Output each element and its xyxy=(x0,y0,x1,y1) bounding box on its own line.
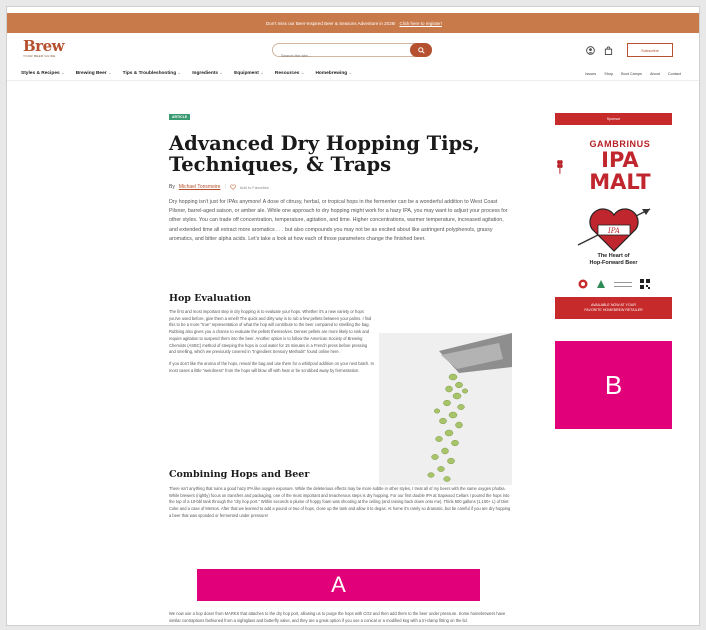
page-frame: Don't miss our Beer-Inspired Beer & Seas… xyxy=(6,6,700,626)
ad-letter: A xyxy=(331,572,346,597)
user-icon xyxy=(585,45,595,55)
byline-divider: | xyxy=(224,184,226,190)
article-title: Advanced Dry Hopping Tips, Techniques, &… xyxy=(169,132,480,176)
partner-logo-icon xyxy=(596,280,605,288)
qr-code-icon xyxy=(639,279,650,289)
account-button[interactable] xyxy=(585,45,595,55)
nav-item-brewing-beer[interactable]: Brewing Beer⌄ xyxy=(76,71,112,76)
article-continued-text: We now use a hop doser from MARKS that a… xyxy=(169,611,506,623)
nav-item-resources[interactable]: Resources⌄ xyxy=(275,71,305,76)
chevron-down-icon: ⌄ xyxy=(300,71,305,76)
search-input[interactable] xyxy=(281,49,401,62)
wheat-icon xyxy=(557,160,563,174)
nav-link-shop[interactable]: Shop xyxy=(604,72,613,76)
chevron-down-icon: ⌄ xyxy=(107,71,112,76)
combining-hops-text: There isn't anything that ruins a good h… xyxy=(169,486,511,518)
sidebar-sponsor-bar: Sponsor xyxy=(555,113,672,125)
hop-pellets-image xyxy=(379,333,512,485)
partner-logos xyxy=(555,279,672,289)
nav-link-boot-camps[interactable]: Boot Camps xyxy=(621,72,642,76)
chevron-down-icon: ⌄ xyxy=(219,71,224,76)
cta-line: FAVORITE HOMEBREW RETAILER xyxy=(584,308,643,312)
nav-item-tips[interactable]: Tips & Troubleshooting⌄ xyxy=(123,71,182,76)
site-logo[interactable]: Brew YOUR BEER GUIDE xyxy=(23,37,65,61)
chevron-down-icon: ⌄ xyxy=(177,71,182,76)
main-nav: Styles & Recipes⌄ Brewing Beer⌄ Tips & T… xyxy=(7,69,699,81)
nav-link-issues[interactable]: Issues xyxy=(585,72,596,76)
article-badge[interactable]: ARTICLE xyxy=(169,114,191,120)
nav-link-about[interactable]: About xyxy=(650,72,660,76)
nav-primary: Styles & Recipes⌄ Brewing Beer⌄ Tips & T… xyxy=(21,71,352,76)
article-content: ARTICLE Advanced Dry Hopping Tips, Techn… xyxy=(169,105,512,623)
logo-word: Brew xyxy=(23,37,65,55)
search-button[interactable] xyxy=(410,43,432,57)
sidebar-ad: Sponsor GAMBRINUS IPA MALT IPA The Heart… xyxy=(555,113,672,429)
add-to-favorites-link[interactable]: Add to Favorites xyxy=(240,185,269,190)
logo-tagline: YOUR BEER GUIDE xyxy=(23,54,56,58)
heart-icon[interactable] xyxy=(229,184,236,190)
chevron-down-icon: ⌄ xyxy=(259,71,264,76)
nav-link-contact[interactable]: Contact xyxy=(668,72,681,76)
search-icon xyxy=(417,46,425,54)
search-bar xyxy=(272,43,432,62)
nav-item-equipment[interactable]: Equipment⌄ xyxy=(234,71,264,76)
paragraph: The first and most important step in dry… xyxy=(169,309,372,355)
author-link[interactable]: Michael Tonsmeire xyxy=(179,184,221,190)
product-name: IPA MALT xyxy=(589,148,651,194)
ad-letter: B xyxy=(604,369,623,400)
nav-item-homebrewing[interactable]: Homebrewing⌄ xyxy=(315,71,352,76)
nav-secondary: Issues Shop Boot Camps About Contact xyxy=(585,72,681,76)
partner-logo-icon xyxy=(578,279,587,289)
byline: By Michael Tonsmeire | Add to Favorites xyxy=(169,184,512,190)
nav-item-styles-recipes[interactable]: Styles & Recipes⌄ xyxy=(21,71,65,76)
banner-text: Don't miss our Beer-Inspired Beer & Seas… xyxy=(266,20,396,26)
shopping-bag-icon xyxy=(604,46,612,55)
chevron-down-icon: ⌄ xyxy=(60,71,65,76)
heart-caption: The Heart of Hop-Forward Beer xyxy=(589,253,638,266)
advertisement-banner-a[interactable]: A xyxy=(197,569,480,601)
hop-evaluation-text: The first and most important step in dry… xyxy=(169,309,374,374)
section-heading-combining-hops: Combining Hops and Beer xyxy=(169,469,310,480)
article-intro: Dry hopping isn't just for IPAs anymore!… xyxy=(169,199,508,242)
chevron-down-icon: ⌄ xyxy=(348,71,353,76)
heart-emblem: IPA xyxy=(555,201,672,253)
site-header: Brew YOUR BEER GUIDE Subscribe xyxy=(7,37,699,65)
available-now-cta[interactable]: AVAILABLE NOW AT YOUR FAVORITE HOMEBREW … xyxy=(555,297,672,319)
paragraph: If you don't like the aroma of the hops,… xyxy=(169,360,374,373)
subscribe-button[interactable]: Subscribe xyxy=(627,43,673,57)
advertisement-banner-b[interactable]: B xyxy=(555,341,672,429)
announcement-banner: Don't miss our Beer-Inspired Beer & Seas… xyxy=(7,13,699,33)
cart-button[interactable] xyxy=(603,45,613,55)
byline-by: By xyxy=(169,184,175,190)
nav-item-ingredients[interactable]: Ingredients⌄ xyxy=(192,71,223,76)
heart-label: IPA xyxy=(607,227,620,235)
gambrinus-logo: GAMBRINUS IPA MALT xyxy=(555,139,672,193)
partner-logo-icon xyxy=(613,281,632,287)
banner-link[interactable]: Click here to register! xyxy=(399,21,442,26)
section-heading-hop-evaluation: Hop Evaluation xyxy=(169,293,252,304)
